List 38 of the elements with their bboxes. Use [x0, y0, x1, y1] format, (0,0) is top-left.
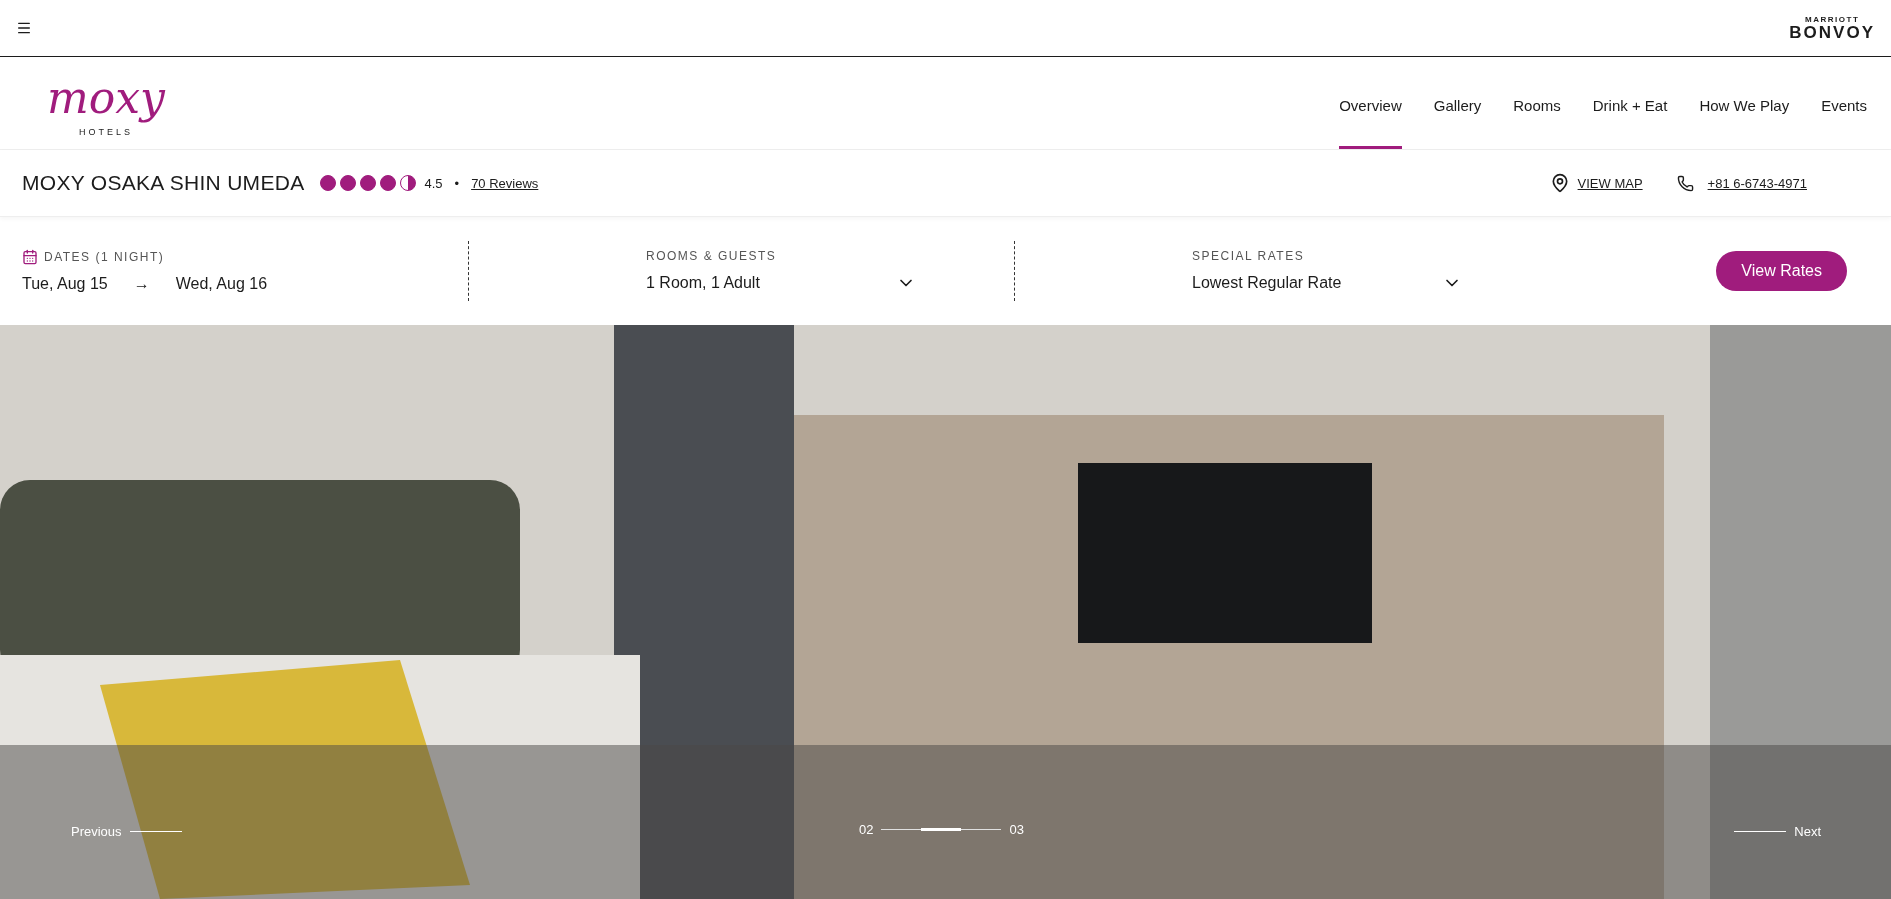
nav-tab[interactable]: How We Play: [1699, 57, 1790, 149]
rating-dot-icon: [320, 175, 337, 191]
brand-small-text: MARRIOTT: [1805, 15, 1860, 24]
menu-icon[interactable]: [16, 20, 32, 36]
view-rates-button[interactable]: View Rates: [1716, 251, 1847, 291]
dates-label: DATES (1 NIGHT): [44, 250, 165, 264]
reviews-link[interactable]: 70 Reviews: [471, 175, 539, 191]
phone-icon: [1676, 174, 1694, 192]
next-button[interactable]: Next: [1734, 824, 1821, 839]
rating-dot-icon: [340, 175, 357, 191]
rating-dot-icon: [380, 175, 397, 191]
rating-dot-icon: [400, 175, 417, 191]
check-in-date[interactable]: Tue, Aug 15: [22, 275, 108, 293]
rooms-guests-label: ROOMS & GUESTS: [646, 249, 778, 263]
brand-large-text: BONVOY: [1789, 23, 1875, 41]
view-map-link[interactable]: VIEW MAP: [1577, 175, 1643, 191]
nav-tab[interactable]: Overview: [1339, 57, 1402, 149]
rating-dot-icon: [360, 175, 377, 191]
current-slide-number: 02: [859, 822, 874, 837]
nav-tab[interactable]: Drink + Eat: [1592, 57, 1668, 149]
nav-tab[interactable]: Events: [1821, 57, 1867, 149]
special-rates-select[interactable]: Lowest Regular Rate: [1192, 273, 1462, 293]
next-slide-number: 03: [1009, 822, 1024, 837]
check-out-date[interactable]: Wed, Aug 16: [175, 275, 268, 293]
logo-wordmark: moxy: [46, 70, 167, 125]
calendar-icon: [22, 249, 38, 265]
rating-value: 4.5: [424, 175, 443, 191]
hotel-logo[interactable]: moxy HOTELS: [22, 69, 190, 137]
logo-subtitle: HOTELS: [79, 126, 133, 137]
nav-tab[interactable]: Gallery: [1433, 57, 1482, 149]
phone-link[interactable]: +81 6-6743-4971: [1707, 175, 1807, 191]
separator-dot: •: [454, 175, 460, 191]
special-rates-label: SPECIAL RATES: [1192, 249, 1306, 263]
hotel-name: MOXY OSAKA SHIN UMEDA: [22, 171, 305, 195]
rooms-guests-select[interactable]: 1 Room, 1 Adult: [646, 273, 916, 293]
nav-tab[interactable]: Rooms: [1513, 57, 1561, 149]
brand-logo[interactable]: MARRIOTT BONVOY: [1789, 15, 1875, 41]
date-arrow: →: [133, 275, 150, 293]
